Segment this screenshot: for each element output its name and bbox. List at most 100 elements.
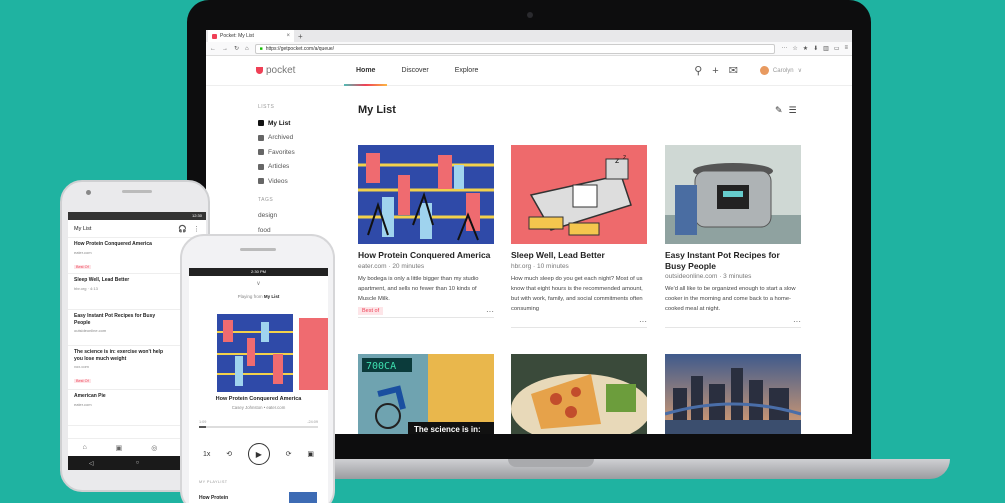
card-source: outsideonline.com · 3 minutes — [665, 273, 752, 280]
card-title[interactable]: How Protein Conquered America — [358, 250, 494, 261]
sidebar-item-my-list[interactable]: My List — [258, 116, 338, 131]
menu-icon[interactable]: ≡ — [844, 45, 848, 52]
forward-icon[interactable]: ⟳ — [286, 450, 292, 458]
article-card[interactable]: 700CA The science is in: — [358, 354, 494, 434]
download-icon[interactable]: ⬇ — [813, 45, 818, 52]
playlist-label: MY PLAYLIST — [199, 480, 228, 484]
lock-icon: ■ — [259, 45, 263, 52]
address-text: https://getpocket.com/a/queue/ — [265, 45, 335, 52]
archive-icon[interactable]: ▣ — [307, 450, 314, 458]
sidebar-item-videos[interactable]: Videos — [258, 174, 338, 189]
pocket-logo[interactable]: pocket — [256, 65, 356, 76]
page-actions-icon[interactable]: ··· — [781, 45, 787, 52]
speed-button[interactable]: 1x — [203, 451, 210, 458]
best-of-badge: Best Of — [74, 379, 91, 383]
pocket-logo-text: pocket — [266, 65, 296, 76]
playlist-item-title[interactable]: How Protein — [199, 495, 228, 501]
list-view-icon[interactable]: ☰ — [789, 105, 797, 116]
browser-toolbar-icons: ··· ☆ ★ ⬇ ▥ ▭ ≡ — [781, 45, 848, 52]
edit-icon[interactable]: ✎ — [775, 105, 783, 116]
collapse-chevron-icon[interactable]: ∨ — [189, 276, 328, 290]
tag-design[interactable]: design — [258, 209, 338, 224]
rewind-icon[interactable]: ⟲ — [226, 450, 232, 458]
list-item-title: Sleep Well, Lead Better — [74, 277, 130, 283]
card-excerpt: How much sleep do you get each night? Mo… — [511, 275, 643, 312]
card-thumbnail: z z — [511, 145, 647, 244]
user-menu[interactable]: Carolyn ∨ — [759, 66, 802, 75]
home-icon[interactable]: ⌂ — [245, 46, 249, 52]
svg-text:z: z — [615, 156, 619, 165]
speaker-grille — [240, 248, 276, 251]
bookmark-icon[interactable]: ☆ — [792, 45, 797, 52]
home-circle-icon[interactable]: ○ — [136, 460, 140, 466]
pocket-header-tools: ⚲ + ✉ Carolyn ∨ — [694, 64, 802, 78]
card-excerpt: We'd all like to be organized enough to … — [665, 286, 796, 312]
svg-text:z: z — [623, 154, 626, 161]
article-card[interactable] — [511, 354, 647, 434]
sidebar-item-label: Videos — [268, 177, 288, 185]
back-icon[interactable]: ◁ — [89, 460, 94, 467]
home-icon[interactable]: ⌂ — [82, 444, 86, 451]
list-item-title: The science is in: exercise won't help y… — [74, 349, 163, 362]
address-bar[interactable]: ■ https://getpocket.com/a/queue/ — [254, 43, 776, 54]
card-source: hbr.org · 10 minutes — [511, 262, 569, 270]
sidebar-icon[interactable]: ▭ — [834, 45, 840, 52]
card-title[interactable]: Sleep Well, Lead Better — [511, 250, 647, 261]
article-card[interactable]: Easy Instant Pot Recipes for Busy People… — [665, 145, 801, 328]
playing-from-list[interactable]: My List — [264, 294, 280, 299]
article-card[interactable]: How Protein Conquered America eater.com … — [358, 145, 494, 318]
player-controls: 1x ⟲ ▶ ⟳ ▣ — [203, 443, 314, 465]
mail-icon[interactable]: ✉ — [729, 64, 738, 77]
more-icon[interactable]: ··· — [639, 317, 647, 326]
sidebar-item-archived[interactable]: Archived — [258, 131, 338, 146]
card-title[interactable]: Easy Instant Pot Recipes for Busy People — [665, 250, 801, 271]
status-bar: 2:30 PM — [189, 268, 328, 276]
page-title: My List — [358, 104, 396, 116]
archive-icon — [258, 134, 264, 141]
more-icon[interactable]: ··· — [793, 317, 801, 326]
next-album-art — [299, 318, 328, 390]
more-icon[interactable]: ··· — [486, 307, 494, 316]
search-icon[interactable]: ⚲ — [694, 64, 702, 77]
sidebar-item-favorites[interactable]: Favorites — [258, 145, 338, 160]
headphones-icon[interactable]: 🎧 — [178, 225, 187, 233]
card-thumbnail: 700CA The science is in: — [358, 354, 494, 434]
pocket-header: pocket Home Discover Explore ⚲ + ✉ Carol… — [206, 56, 852, 86]
card-thumbnail — [511, 354, 647, 434]
card-footer: Best of ··· — [358, 306, 494, 318]
back-icon[interactable]: ← — [210, 46, 216, 52]
tab-close-icon[interactable]: × — [286, 33, 290, 39]
tab-title: Pocket: My List — [220, 33, 254, 39]
card-caption: The science is in: — [414, 425, 481, 434]
nav-explore[interactable]: Explore — [455, 67, 479, 74]
status-bar: 12:30 — [68, 212, 206, 220]
sidebar-item-label: Favorites — [268, 148, 295, 156]
new-tab-button[interactable]: + — [298, 32, 303, 41]
reload-icon[interactable]: ↻ — [234, 45, 239, 52]
forward-icon[interactable]: → — [222, 46, 228, 52]
nav-home[interactable]: Home — [343, 67, 389, 86]
star-icon — [258, 149, 264, 156]
article-card[interactable]: z z Sleep Well, Lead Better hbr.org · 10… — [511, 145, 647, 328]
play-button[interactable]: ▶ — [247, 443, 270, 465]
nav-discover[interactable]: Discover — [401, 67, 428, 74]
list-item-title: How Protein Conquered America — [74, 241, 152, 247]
progress-bar[interactable] — [199, 426, 318, 428]
star-icon[interactable]: ★ — [803, 45, 808, 52]
article-card[interactable] — [665, 354, 801, 434]
playing-from: Playing from My List — [189, 294, 328, 299]
browser-tabbar: Pocket: My List × + — [206, 30, 852, 42]
discover-icon[interactable]: ◎ — [151, 444, 157, 452]
library-icon[interactable]: ▥ — [823, 45, 829, 52]
card-readout: 700CA — [366, 361, 396, 372]
avatar — [759, 66, 769, 75]
add-icon[interactable]: + — [712, 65, 718, 77]
archive-icon[interactable]: ▣ — [116, 444, 123, 452]
track-title: How Protein Conquered America — [215, 396, 302, 402]
best-of-badge[interactable]: Best of — [358, 307, 384, 315]
pocket-favicon-icon — [212, 33, 217, 39]
list-item-title: American Pie — [74, 393, 106, 399]
sidebar-item-articles[interactable]: Articles — [258, 160, 338, 175]
browser-tab[interactable]: Pocket: My List × — [208, 30, 294, 42]
overflow-menu-icon[interactable]: ⋮ — [193, 225, 200, 233]
